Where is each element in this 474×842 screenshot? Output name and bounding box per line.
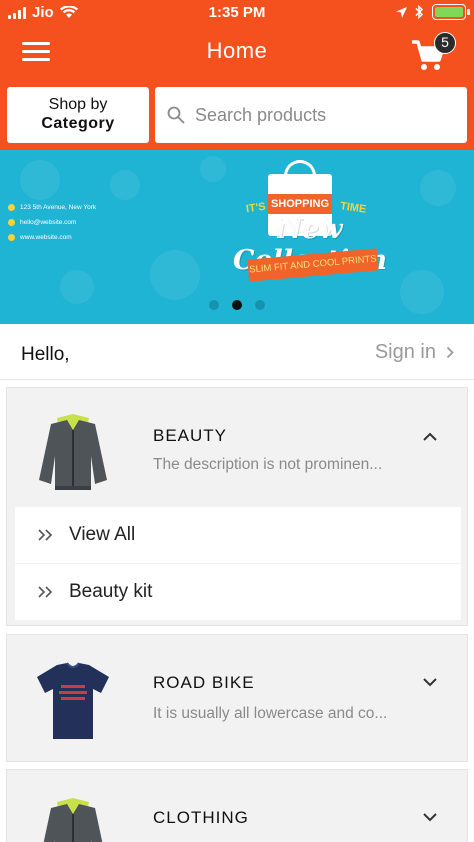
category-header-clothing[interactable]: CLOTHING bbox=[7, 770, 467, 842]
category-header-beauty[interactable]: BEAUTY The description is not prominen..… bbox=[7, 388, 467, 506]
grey-jacket-image bbox=[43, 798, 103, 842]
cart-count-badge: 5 bbox=[434, 32, 456, 54]
category-list: BEAUTY The description is not prominen..… bbox=[0, 380, 474, 842]
status-right bbox=[396, 4, 470, 20]
grey-jacket-image bbox=[39, 414, 107, 490]
double-chevron-right-icon bbox=[38, 586, 53, 598]
subcategory-view-all[interactable]: View All bbox=[15, 507, 461, 563]
bluetooth-icon bbox=[415, 5, 424, 19]
category-title: BEAUTY bbox=[153, 426, 228, 445]
search-icon bbox=[167, 106, 185, 124]
category-label: Category bbox=[41, 115, 115, 132]
promo-banner[interactable]: 123 5th Avenue, New York hello@website.c… bbox=[0, 150, 474, 324]
sign-in-link[interactable]: Sign in bbox=[375, 341, 454, 364]
search-box[interactable] bbox=[155, 87, 467, 143]
page-title: Home bbox=[206, 38, 268, 63]
category-card-road-bike: ROAD BIKE It is usually all lowercase an… bbox=[6, 634, 468, 762]
category-title: ROAD BIKE bbox=[153, 673, 255, 692]
battery-icon bbox=[432, 4, 470, 20]
shop-by-category-button[interactable]: Shop by Category bbox=[7, 87, 149, 143]
banner-bokeh bbox=[200, 156, 226, 182]
search-input[interactable] bbox=[195, 104, 455, 126]
chevron-down-icon[interactable] bbox=[421, 808, 439, 826]
chevron-up-icon[interactable] bbox=[421, 428, 439, 446]
category-header-road-bike[interactable]: ROAD BIKE It is usually all lowercase an… bbox=[7, 635, 467, 763]
globe-icon bbox=[8, 234, 15, 241]
carousel-dot[interactable] bbox=[209, 300, 219, 310]
banner-bokeh bbox=[150, 250, 200, 300]
search-row: Shop by Category bbox=[0, 78, 474, 150]
chevron-right-icon bbox=[446, 346, 454, 359]
banner-contact-info: 123 5th Avenue, New York hello@website.c… bbox=[8, 200, 96, 245]
status-bar: Jio 1:35 PM bbox=[0, 0, 474, 26]
cart-button[interactable]: 5 bbox=[410, 32, 456, 72]
banner-bokeh bbox=[20, 160, 60, 200]
navy-tshirt-image bbox=[37, 662, 109, 739]
contact-email: hello@website.com bbox=[20, 219, 77, 226]
category-description: It is usually all lowercase and co... bbox=[153, 705, 388, 722]
location-arrow-icon bbox=[396, 6, 407, 18]
carousel-dots bbox=[0, 300, 474, 310]
hello-text: Hello, bbox=[21, 344, 70, 365]
subcategory-beauty-kit[interactable]: Beauty kit bbox=[15, 564, 461, 620]
carousel-dot[interactable] bbox=[255, 300, 265, 310]
subcategory-label: View All bbox=[69, 524, 136, 545]
banner-bokeh bbox=[420, 170, 456, 206]
greeting-bar: Hello, Sign in bbox=[0, 324, 474, 380]
contact-address: 123 5th Avenue, New York bbox=[20, 204, 97, 211]
contact-web: www.website.com bbox=[20, 234, 72, 241]
category-card-clothing: CLOTHING bbox=[6, 769, 468, 842]
category-card-beauty: BEAUTY The description is not prominen..… bbox=[6, 387, 468, 626]
subcategory-label: Beauty kit bbox=[69, 581, 153, 602]
battery-level bbox=[435, 7, 463, 17]
carousel-dot-active[interactable] bbox=[232, 300, 242, 310]
shop-by-label: Shop by bbox=[48, 96, 108, 113]
category-title: CLOTHING bbox=[153, 808, 249, 827]
sign-in-label: Sign in bbox=[374, 341, 436, 363]
email-icon bbox=[8, 219, 15, 226]
chevron-down-icon[interactable] bbox=[421, 673, 439, 691]
double-chevron-right-icon bbox=[38, 529, 53, 541]
category-description: The description is not prominen... bbox=[153, 456, 383, 473]
banner-shopping-text: SHOPPING bbox=[268, 194, 332, 214]
app-bar: Home 5 bbox=[0, 26, 474, 78]
banner-bokeh bbox=[110, 170, 140, 200]
location-pin-icon bbox=[8, 204, 15, 211]
banner-bokeh bbox=[60, 270, 94, 304]
